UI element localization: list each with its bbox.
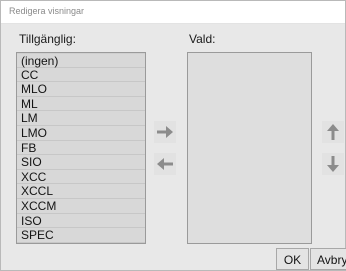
- window-title: Redigera visningar: [9, 6, 85, 16]
- list-item[interactable]: XCC: [17, 169, 145, 185]
- move-down-button[interactable]: [322, 153, 344, 175]
- arrow-up-icon: [327, 124, 339, 140]
- list-item[interactable]: SPEC: [17, 228, 145, 243]
- ok-button[interactable]: OK: [276, 248, 309, 270]
- add-button[interactable]: [154, 121, 176, 143]
- arrow-down-icon: [327, 156, 339, 172]
- list-item[interactable]: XCCM: [17, 198, 145, 214]
- list-item[interactable]: FB: [17, 140, 145, 156]
- available-label: Tillgänglig:: [19, 32, 76, 46]
- list-item[interactable]: CC: [17, 67, 145, 83]
- cancel-button[interactable]: Avbryt: [310, 248, 346, 270]
- list-item[interactable]: LM: [17, 111, 145, 126]
- available-list[interactable]: (ingen) CC MLO ML LM LMO FB SIO XCC XCCL XCCM ISO SP…: [16, 52, 146, 244]
- remove-button[interactable]: [154, 153, 176, 175]
- selected-list[interactable]: [187, 52, 312, 244]
- list-item[interactable]: SIO: [17, 155, 145, 170]
- move-up-button[interactable]: [322, 121, 344, 143]
- list-item[interactable]: ML: [17, 96, 145, 112]
- arrow-left-icon: [157, 158, 173, 170]
- edit-views-dialog: Redigera visningar Tillgänglig: Vald: (i…: [0, 0, 346, 271]
- title-bar: Redigera visningar: [1, 1, 345, 24]
- selected-label: Vald:: [189, 32, 216, 46]
- arrow-right-icon: [157, 126, 173, 138]
- list-item[interactable]: ISO: [17, 213, 145, 229]
- list-item[interactable]: MLO: [17, 82, 145, 97]
- list-item[interactable]: XCCL: [17, 184, 145, 199]
- list-item[interactable]: LMO: [17, 125, 145, 141]
- list-item[interactable]: (ingen): [17, 53, 145, 68]
